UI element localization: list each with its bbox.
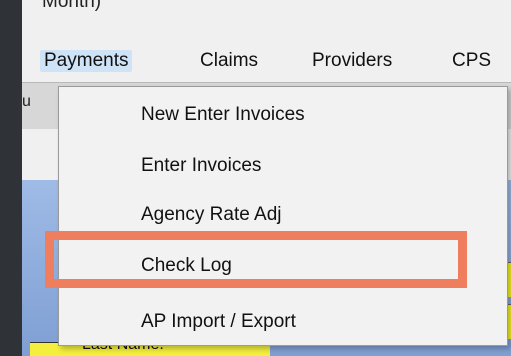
menu-claims[interactable]: Claims — [200, 50, 258, 72]
app-window: Month) Payments Claims Providers CPS u L… — [22, 0, 511, 356]
window-title: Month) — [42, 0, 102, 12]
background-toolbar-label: u — [22, 93, 31, 110]
menu-item-enter-invoices[interactable]: Enter Invoices — [141, 155, 261, 177]
menu-item-ap-import-export[interactable]: AP Import / Export — [141, 311, 296, 333]
menu-item-agency-rate-adj[interactable]: Agency Rate Adj — [141, 204, 281, 226]
menu-item-new-enter-invoices[interactable]: New Enter Invoices — [141, 104, 305, 126]
menu-payments[interactable]: Payments — [40, 50, 133, 72]
check-log-highlight — [45, 231, 467, 288]
menu-cps[interactable]: CPS — [452, 50, 491, 72]
payments-dropdown-menu: New Enter Invoices Enter Invoices Agency… — [58, 86, 508, 346]
menu-providers[interactable]: Providers — [312, 50, 392, 72]
menubar: Payments Claims Providers CPS — [22, 40, 511, 82]
